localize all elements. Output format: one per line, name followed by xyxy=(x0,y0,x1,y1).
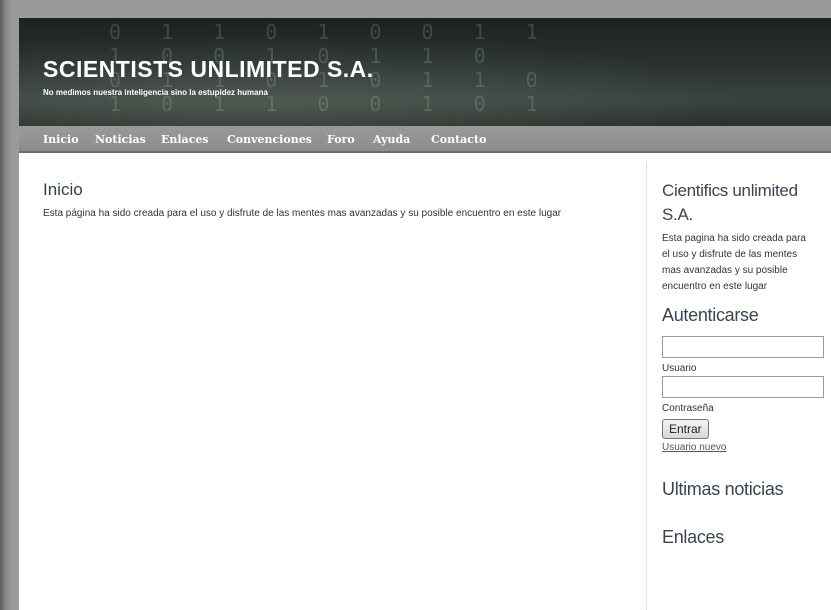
nav-item-noticias[interactable]: Noticias xyxy=(95,133,146,146)
nav-item-enlaces[interactable]: Enlaces xyxy=(161,133,209,146)
nav-item-inicio[interactable]: Inicio xyxy=(43,133,79,146)
main-text: Esta página ha sido creada para el uso y… xyxy=(43,208,562,219)
nav-item-convenciones[interactable]: Convenciones xyxy=(227,133,312,146)
site-header: 0 1 1 0 1 0 0 1 1 1 0 0 1 0 1 1 0 0 1 1 … xyxy=(19,20,831,126)
password-label: Contraseña xyxy=(662,403,714,414)
links-title: Enlaces xyxy=(662,527,724,547)
nav-item-foro[interactable]: Foro xyxy=(327,133,355,146)
login-title: Autenticarse xyxy=(662,305,759,325)
sidebar-title: Cientifics unlimited S.A. xyxy=(662,181,798,224)
sidebar: Cientifics unlimited S.A. Esta pagina ha… xyxy=(646,163,831,610)
site-slogan: No medimos nuestra inteligencia sino la … xyxy=(43,88,268,97)
nav-item-ayuda[interactable]: Ayuda xyxy=(373,133,410,146)
latest-news-title: Ultimas noticias xyxy=(662,479,784,499)
login-button[interactable]: Entrar xyxy=(662,419,709,439)
username-input[interactable] xyxy=(662,336,824,358)
main-nav: Inicio Noticias Enlaces Convenciones For… xyxy=(19,126,831,153)
page-title: Inicio xyxy=(43,180,83,199)
sidebar-text: Esta pagina ha sido creada para el uso y… xyxy=(662,233,806,292)
username-label: Usuario xyxy=(662,363,697,374)
main-content: Inicio Esta página ha sido creada para e… xyxy=(43,180,603,221)
page: 0 1 1 0 1 0 0 1 1 1 0 0 1 0 1 1 0 0 1 1 … xyxy=(19,18,831,610)
new-user-link[interactable]: Usuario nuevo xyxy=(662,442,831,453)
password-input[interactable] xyxy=(662,376,824,398)
nav-item-contacto[interactable]: Contacto xyxy=(431,133,486,146)
site-title: SCIENTISTS UNLIMITED S.A. xyxy=(43,56,374,82)
